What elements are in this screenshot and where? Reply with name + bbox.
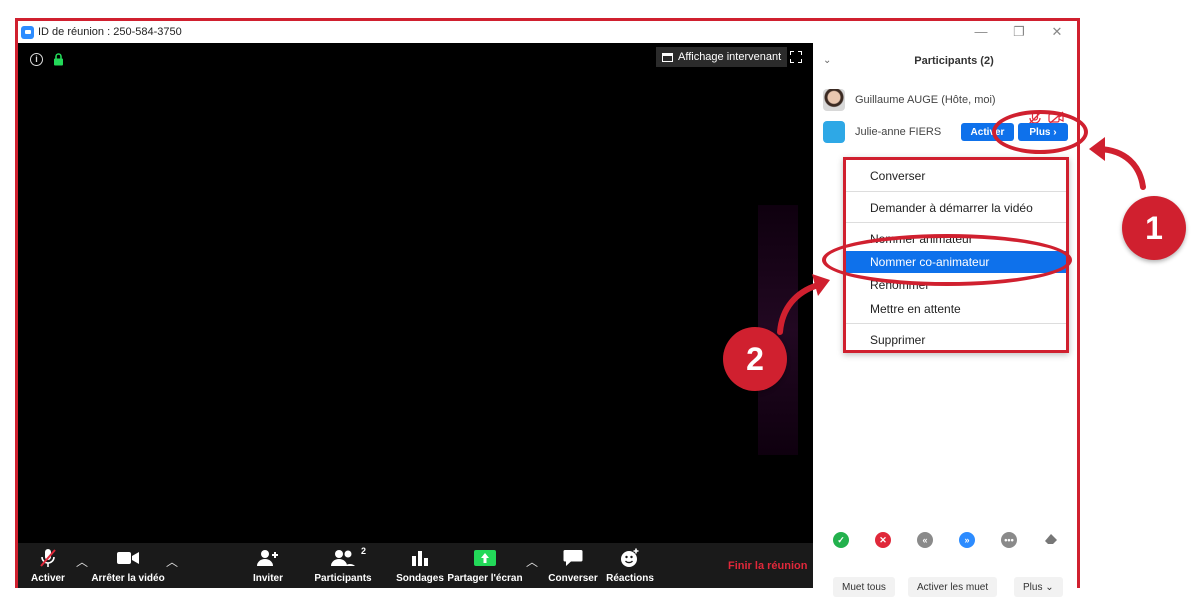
microphone-muted-icon: [40, 549, 56, 567]
highlight-ellipse-cohost: [822, 234, 1072, 286]
stop-video-label: Arrêter la vidéo: [91, 573, 165, 584]
chat-label: Converser: [548, 573, 598, 584]
avatar: [823, 89, 845, 111]
mute-all-button[interactable]: Muet tous: [833, 577, 895, 597]
mute-label: Activer: [31, 573, 65, 584]
panel-title: Participants (2): [914, 55, 994, 67]
stop-video-button[interactable]: Arrêter la vidéo: [91, 547, 165, 584]
participant-name: Julie-anne FIERS: [855, 126, 942, 138]
share-screen-label: Partager l'écran: [447, 573, 523, 584]
bar-chart-icon: [412, 551, 428, 566]
invite-label: Inviter: [252, 573, 283, 584]
annotation-arrow-1: [1089, 137, 1146, 190]
encryption-lock-icon[interactable]: [53, 53, 64, 66]
reactions-label: Réactions: [606, 573, 654, 584]
go-faster-icon[interactable]: »: [959, 532, 975, 548]
chat-bubble-icon: [563, 550, 583, 566]
panel-more-button[interactable]: Plus ⌄: [1014, 577, 1063, 597]
more-reactions-icon[interactable]: •••: [1001, 532, 1017, 548]
nonverbal-feedback-bar: ✓ ✕ « » •••: [833, 532, 1059, 548]
participants-count: 2: [361, 546, 367, 556]
participant-row-host[interactable]: Guillaume AUGE (Hôte, moi): [823, 87, 996, 113]
chat-button[interactable]: Converser: [548, 547, 598, 584]
fullscreen-icon[interactable]: [790, 51, 802, 63]
participant-row-guest[interactable]: Julie-anne FIERS: [823, 119, 941, 145]
participants-button[interactable]: 2 Participants: [314, 546, 372, 584]
speaker-view-button[interactable]: Affichage intervenant: [656, 47, 788, 67]
polls-button[interactable]: Sondages: [396, 547, 444, 584]
speaker-view-label: Affichage intervenant: [678, 51, 782, 63]
share-screen-button[interactable]: Partager l'écran: [447, 547, 523, 584]
smiley-plus-icon: [621, 548, 639, 567]
menu-divider: [846, 222, 1066, 223]
zoom-logo-icon: [21, 25, 34, 39]
annotation-arrow-2: [777, 274, 830, 335]
meeting-id: ID de réunion : 250-584-3750: [38, 26, 182, 38]
menu-item-ask-start-video[interactable]: Demander à démarrer la vidéo: [846, 197, 1066, 219]
menu-divider: [846, 191, 1066, 192]
highlight-ellipse-more-button: [992, 110, 1088, 154]
mute-button[interactable]: Activer: [30, 547, 66, 584]
participants-label: Participants: [314, 573, 372, 584]
step-badge-1: 1: [1122, 196, 1186, 260]
yes-check-icon[interactable]: ✓: [833, 532, 849, 548]
video-camera-icon: [117, 552, 139, 564]
video-area: i Affichage intervenant: [18, 43, 813, 543]
reactions-button[interactable]: Réactions: [606, 547, 654, 584]
info-icon[interactable]: i: [30, 53, 43, 66]
audio-options-caret-icon[interactable]: ︿: [76, 553, 88, 570]
go-slower-icon[interactable]: «: [917, 532, 933, 548]
restore-icon[interactable]: ❐: [1012, 24, 1026, 40]
add-user-icon: [257, 550, 278, 566]
video-options-caret-icon[interactable]: ︿: [166, 553, 178, 570]
invite-button[interactable]: Inviter: [250, 547, 286, 584]
share-options-caret-icon[interactable]: ︿: [526, 553, 538, 570]
speaker-view-icon: [662, 52, 673, 62]
clear-eraser-icon[interactable]: [1043, 532, 1059, 548]
participant-name: Guillaume AUGE (Hôte, moi): [855, 94, 996, 106]
menu-item-chat[interactable]: Converser: [846, 165, 1066, 187]
end-meeting-button[interactable]: Finir la réunion: [728, 560, 807, 572]
menu-divider: [846, 323, 1066, 324]
menu-item-put-on-hold[interactable]: Mettre en attente: [846, 298, 1066, 320]
menu-item-remove[interactable]: Supprimer: [846, 329, 1066, 351]
panel-more-label: Plus: [1023, 581, 1043, 593]
chevron-down-icon: ⌄: [1042, 581, 1054, 593]
unmute-all-button[interactable]: Activer les muet: [908, 577, 998, 597]
no-cross-icon[interactable]: ✕: [875, 532, 891, 548]
title-bar: ID de réunion : 250-584-3750 — ❐ ✕: [18, 21, 1077, 43]
avatar: [823, 121, 845, 143]
participants-icon: [331, 550, 355, 566]
meeting-toolbar: Activer ︿ Arrêter la vidéo ︿ Inviter 2 P…: [18, 543, 813, 588]
share-screen-icon: [474, 550, 496, 566]
minimize-icon[interactable]: —: [974, 24, 988, 39]
polls-label: Sondages: [396, 573, 444, 584]
close-icon[interactable]: ✕: [1050, 24, 1064, 40]
